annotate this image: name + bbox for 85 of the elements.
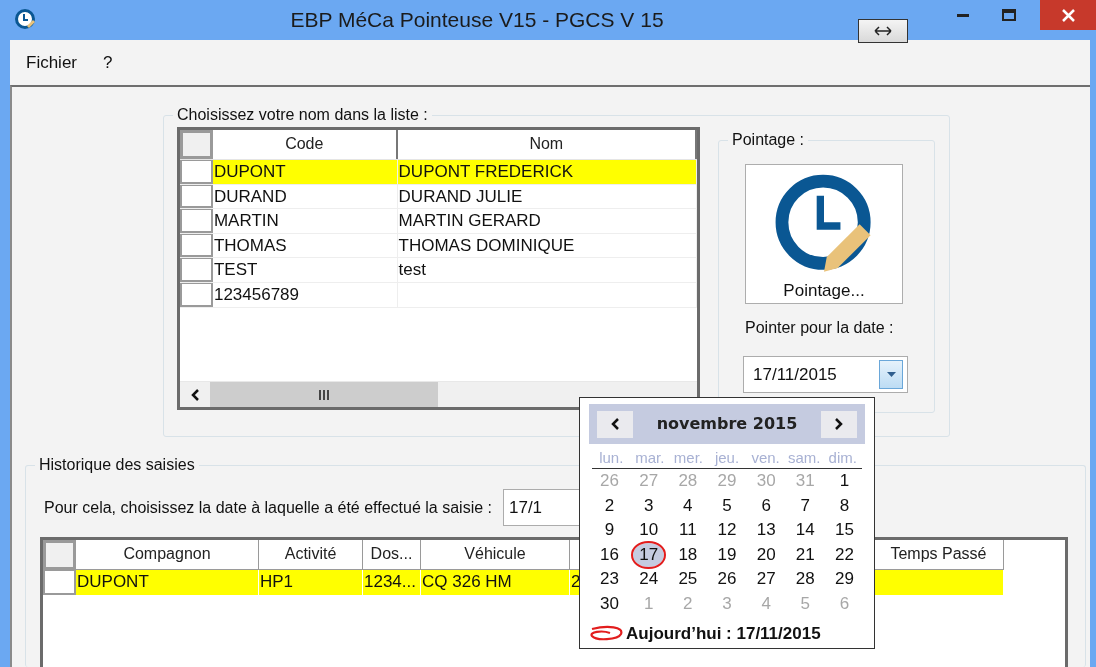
swap-button[interactable] — [858, 19, 908, 43]
calendar-day[interactable]: 5 — [716, 493, 738, 518]
calendar-day[interactable]: 26 — [711, 567, 743, 592]
today-button[interactable]: Aujourd’hui : 17/11/2015 — [580, 620, 821, 646]
table-cell: CQ 326 HM — [421, 570, 570, 595]
scroll-thumb[interactable] — [210, 382, 438, 407]
row-selector[interactable] — [180, 184, 213, 209]
table-cell: MARTIN — [212, 209, 398, 233]
row-selector[interactable] — [180, 282, 213, 307]
calendar-day[interactable]: 17 — [633, 542, 665, 567]
caret-icon — [886, 372, 896, 377]
table-cell: HP1 — [259, 570, 363, 595]
calendar-day[interactable]: 27 — [750, 567, 782, 592]
calendar-day[interactable]: 22 — [828, 542, 860, 567]
row-selector[interactable] — [180, 233, 213, 258]
double-arrow-icon — [873, 25, 893, 37]
calendar-day[interactable]: 20 — [750, 542, 782, 567]
weekday-label: mer. — [673, 449, 704, 466]
minimize-icon — [957, 13, 969, 17]
maximize-icon — [1002, 9, 1016, 21]
grip-icon — [319, 389, 329, 400]
calendar-day[interactable]: 25 — [672, 567, 704, 592]
header-selector — [43, 540, 76, 570]
next-month-button[interactable] — [821, 410, 857, 438]
row-selector[interactable] — [180, 258, 213, 282]
menu-item[interactable]: Fichier — [22, 49, 81, 76]
calendar-day[interactable]: 13 — [750, 518, 782, 543]
month-title: novembre 2015 — [656, 413, 798, 435]
table-cell: DUPONT FREDERICK — [397, 160, 697, 184]
weekday-label: dim. — [828, 449, 857, 466]
calendar-day[interactable]: 24 — [633, 567, 665, 592]
table-cell: THOMAS DOMINIQUE — [397, 233, 697, 258]
calendar-day[interactable]: 11 — [673, 518, 703, 543]
row-selector[interactable] — [43, 570, 76, 595]
table-cell: 123456789 — [212, 282, 398, 307]
dropdown-button[interactable] — [879, 360, 903, 389]
calendar-day[interactable]: 7 — [794, 493, 816, 518]
calendar-day[interactable]: 8 — [833, 493, 856, 518]
field-label: Pointer pour la date : — [745, 318, 895, 338]
calendar-day[interactable]: 29 — [828, 567, 860, 592]
row-selector[interactable] — [180, 209, 213, 233]
weekday-label: mar. — [635, 449, 665, 466]
calendar-day[interactable]: 1 — [833, 469, 856, 494]
previous-month-button[interactable] — [597, 410, 633, 438]
row-selector[interactable] — [180, 160, 213, 184]
table-cell: DUPONT — [76, 570, 259, 595]
chevron-left-icon — [610, 418, 620, 430]
clock-button[interactable]: Pointage... — [745, 164, 903, 304]
table-cell: TEST — [212, 258, 398, 282]
calendar-day[interactable]: 21 — [789, 542, 821, 567]
calendar-day[interactable]: 14 — [789, 518, 821, 543]
window-title: EBP MéCa Pointeuse V15 - PGCS V 15 — [289, 7, 665, 33]
chevron-left-icon — [190, 388, 200, 401]
group-label: Pointage : — [728, 130, 809, 150]
calendar-day[interactable]: 6 — [755, 493, 777, 518]
calendar-day[interactable]: 15 — [828, 518, 860, 543]
weekday-label: ven. — [751, 449, 780, 466]
calendar-day[interactable]: 3 — [637, 493, 660, 518]
weekday-label: jeu. — [714, 449, 740, 466]
menu-item[interactable]: ? — [99, 49, 117, 76]
calendar-day[interactable]: 19 — [711, 542, 743, 567]
weekday-label: lun. — [599, 449, 624, 466]
table-cell: MARTIN GERARD — [397, 209, 697, 233]
calendar-day[interactable]: 4 — [677, 493, 699, 518]
calendar-day[interactable]: 10 — [633, 518, 665, 543]
calendar-day[interactable]: 12 — [711, 518, 743, 543]
table-cell: THOMAS — [212, 233, 398, 258]
scribble-icon — [588, 624, 624, 642]
close-button[interactable] — [1040, 0, 1096, 30]
table-cell: test — [397, 258, 697, 282]
field-label: Pour cela, choisissez la date à laquelle a été effectué la saisie : — [44, 497, 492, 518]
table-cell: DURAND JULIE — [397, 184, 697, 209]
clock-icon — [14, 8, 36, 30]
calendar-day[interactable]: 16 — [594, 542, 626, 567]
weekday-label: sam. — [787, 449, 821, 466]
calendar-day[interactable]: 18 — [672, 542, 704, 567]
close-icon — [1061, 8, 1075, 22]
table-cell: 1234... — [363, 570, 421, 595]
table-cell: DURAND — [212, 184, 398, 209]
calendar-day[interactable]: 28 — [789, 567, 821, 592]
table-cell: DUPONT — [212, 160, 398, 184]
calendar-day[interactable]: 23 — [594, 567, 626, 592]
chevron-right-icon — [834, 418, 844, 430]
date-dropdown[interactable]: 17/11/2015 — [743, 356, 908, 393]
group-label: Historique des saisies — [35, 455, 199, 475]
